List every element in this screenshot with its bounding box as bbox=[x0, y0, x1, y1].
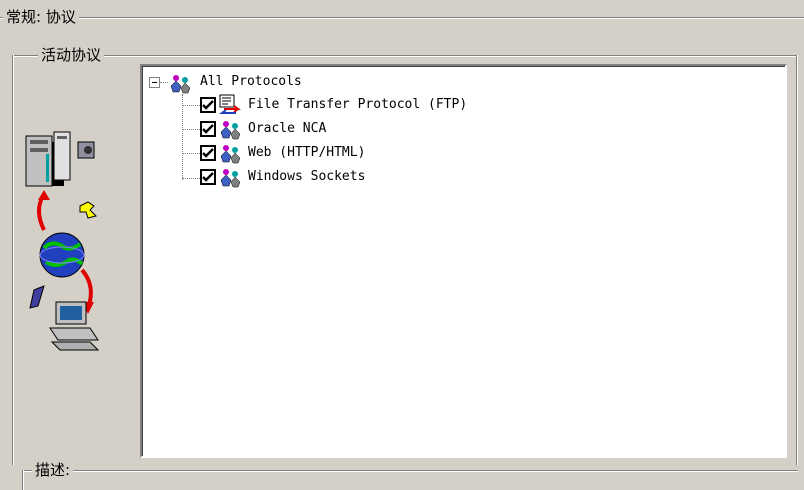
tree-connector bbox=[182, 105, 200, 106]
protocols-icon bbox=[168, 72, 192, 94]
active-group-right-line bbox=[796, 55, 798, 465]
tree-connector bbox=[182, 153, 200, 154]
protocol-tree[interactable]: All Protocols File Transfer Protocol (FT… bbox=[140, 64, 787, 458]
protocol-people-icon bbox=[218, 118, 242, 140]
tree-trunk bbox=[182, 94, 183, 180]
active-group-title: 活动协议 bbox=[38, 46, 105, 64]
description-group-title: 描述: bbox=[32, 461, 74, 479]
tree-item-label[interactable]: Web (HTTP/HTML) bbox=[248, 145, 365, 161]
tree-connector bbox=[182, 178, 200, 179]
ftp-icon bbox=[218, 94, 242, 116]
description-group-left-line bbox=[22, 470, 24, 490]
tree-collapse-toggle[interactable] bbox=[149, 77, 160, 88]
tree-connector bbox=[160, 82, 168, 83]
active-group-top-line bbox=[12, 55, 798, 57]
tree-item-label[interactable]: Windows Sockets bbox=[248, 169, 365, 185]
description-group-top-line bbox=[22, 470, 798, 472]
tree-connector bbox=[182, 129, 200, 130]
tree-root-label[interactable]: All Protocols bbox=[200, 74, 302, 90]
tree-item-label[interactable]: File Transfer Protocol (FTP) bbox=[248, 97, 467, 113]
web-http-checkbox[interactable] bbox=[200, 145, 216, 161]
ftp-checkbox[interactable] bbox=[200, 97, 216, 113]
general-group-title: 常规: 协议 bbox=[3, 8, 79, 26]
protocol-people-icon bbox=[218, 166, 242, 188]
windows-sockets-checkbox[interactable] bbox=[200, 169, 216, 185]
client-server-network-illustration bbox=[22, 130, 112, 355]
general-group-top-line bbox=[0, 17, 804, 19]
active-group-left-line bbox=[12, 55, 14, 465]
tree-item-label[interactable]: Oracle NCA bbox=[248, 121, 326, 137]
protocol-people-icon bbox=[218, 142, 242, 164]
oracle-nca-checkbox[interactable] bbox=[200, 121, 216, 137]
